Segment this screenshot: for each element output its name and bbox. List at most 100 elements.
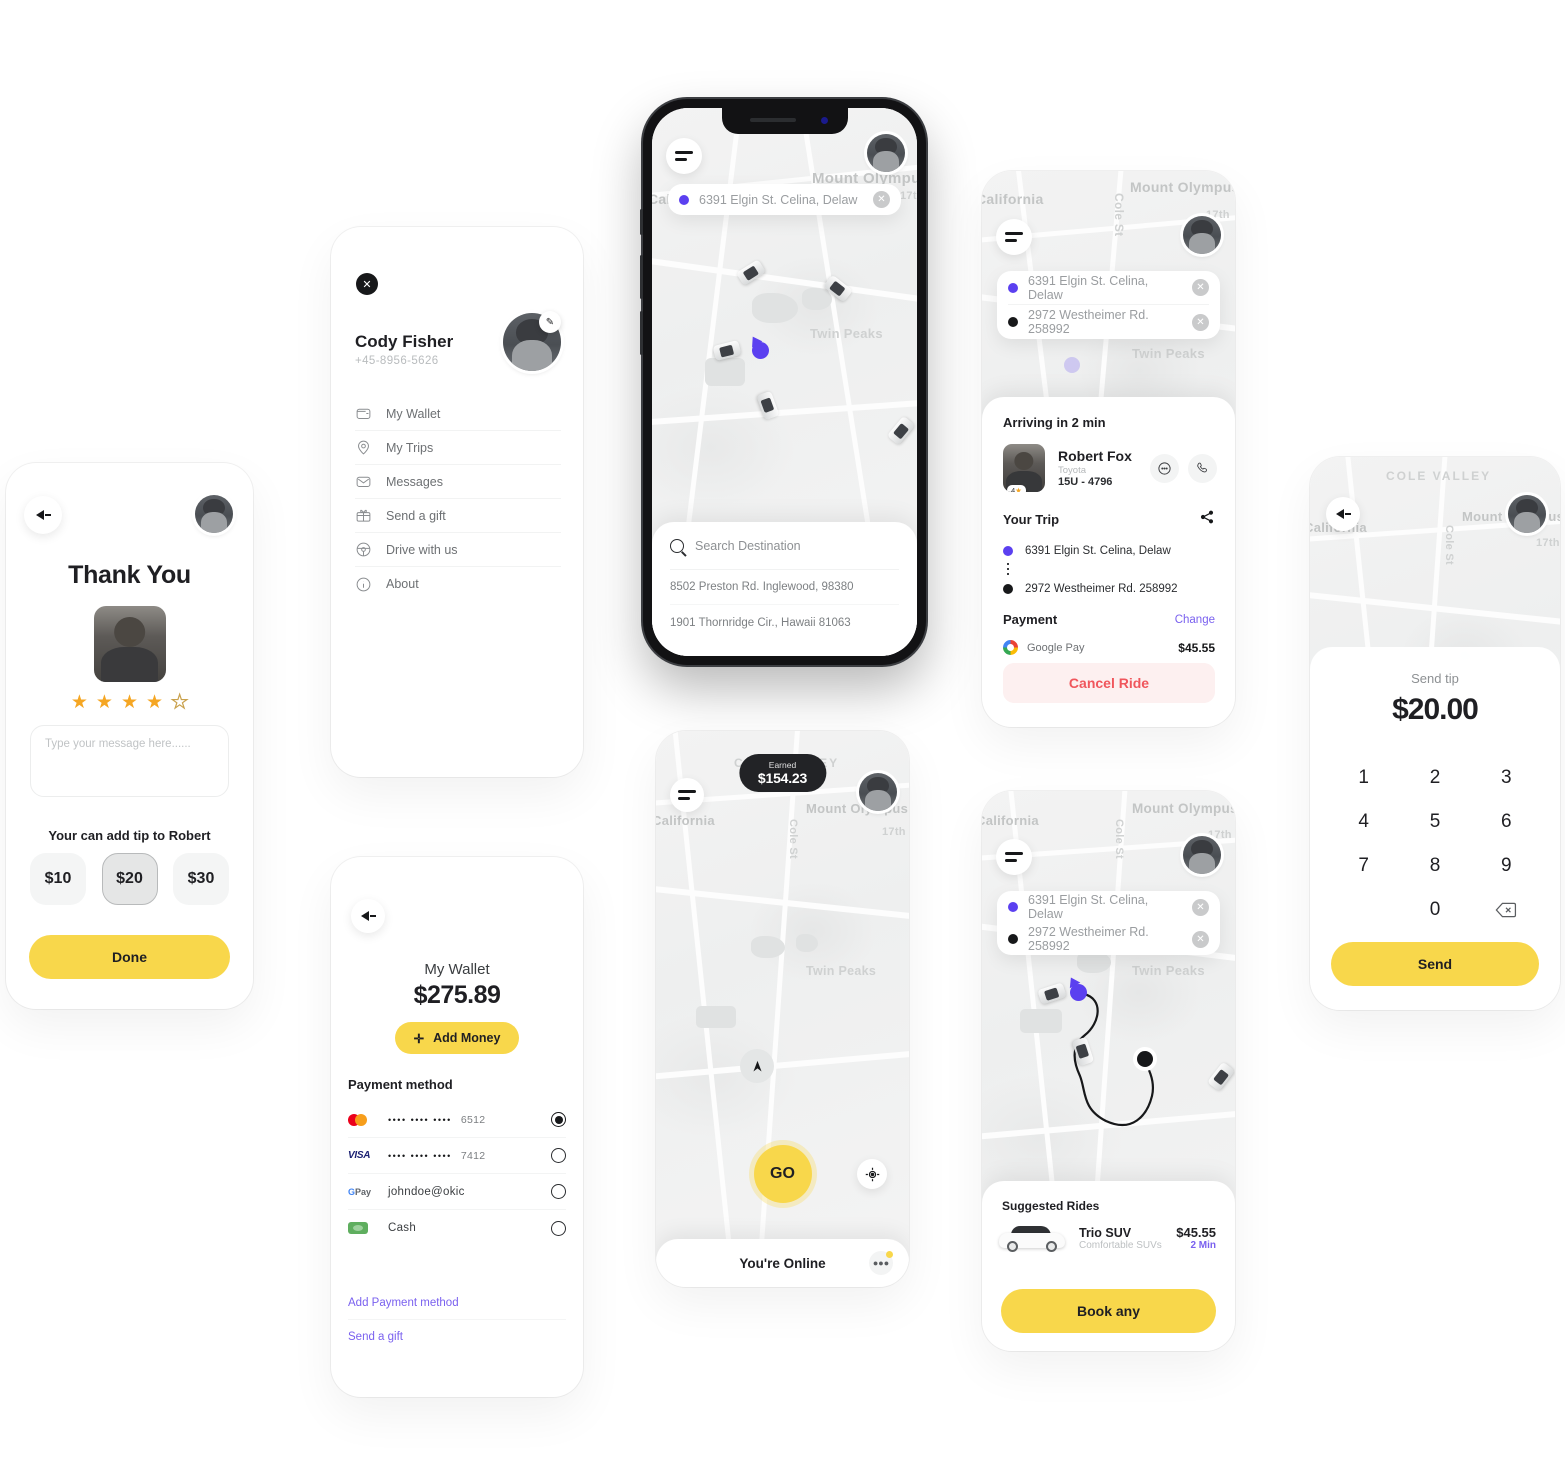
key-3[interactable]: 3: [1471, 763, 1542, 793]
chat-bubble-icon[interactable]: ●●●: [869, 1251, 893, 1275]
close-icon[interactable]: ✕: [356, 273, 378, 295]
driver-rating: 4★: [1007, 485, 1026, 492]
tip-option-30[interactable]: $30: [173, 853, 229, 905]
pickup-address-field[interactable]: 6391 Elgin St. Celina, Delaw ✕: [668, 184, 901, 215]
menu-item-my-wallet[interactable]: My Wallet: [355, 397, 561, 431]
key-4[interactable]: 4: [1328, 807, 1399, 837]
avatar[interactable]: [1183, 216, 1221, 254]
go-button[interactable]: GO: [753, 1145, 812, 1203]
key-0[interactable]: 0: [1399, 895, 1470, 925]
star-1[interactable]: ★: [71, 691, 88, 714]
dropoff-field[interactable]: 2972 Westheimer Rd. 258992 ✕: [1008, 305, 1209, 339]
visa-icon: VISA: [348, 1150, 371, 1161]
locate-me-icon[interactable]: [857, 1159, 887, 1189]
menu-item-send-a-gift[interactable]: Send a gift: [355, 499, 561, 533]
hamburger-menu-icon[interactable]: [996, 839, 1032, 875]
clear-icon[interactable]: ✕: [1192, 930, 1209, 948]
star-5[interactable]: ★: [170, 691, 188, 714]
tip-option-20[interactable]: $20: [101, 853, 158, 905]
radio-unselected[interactable]: [551, 1148, 566, 1163]
book-any-button[interactable]: Book any: [1001, 1289, 1216, 1333]
change-payment-link[interactable]: Change: [1175, 614, 1215, 626]
key-8[interactable]: 8: [1399, 851, 1470, 881]
back-button[interactable]: [351, 899, 385, 933]
back-button[interactable]: [24, 496, 62, 534]
key-1[interactable]: 1: [1328, 763, 1399, 793]
arriving-status: Arriving in 2 min: [1003, 415, 1106, 430]
pickup-field[interactable]: 6391 Elgin St. Celina, Delaw ✕: [1008, 891, 1209, 923]
hamburger-menu-icon[interactable]: [666, 138, 702, 174]
radio-selected[interactable]: [551, 1112, 566, 1127]
star-3[interactable]: ★: [121, 691, 138, 714]
payment-method-row[interactable]: Cash: [348, 1210, 566, 1246]
star-4[interactable]: ★: [146, 691, 163, 714]
add-money-button[interactable]: ✛ Add Money: [395, 1022, 519, 1054]
dropoff-field[interactable]: 2972 Westheimer Rd. 258992 ✕: [1008, 923, 1209, 955]
payment-row[interactable]: Google Pay $45.55: [1003, 640, 1215, 655]
key-9[interactable]: 9: [1471, 851, 1542, 881]
avatar[interactable]: [195, 495, 233, 533]
avatar[interactable]: [867, 134, 905, 172]
location-pin-icon: [355, 439, 372, 456]
recent-destination-item[interactable]: 1901 Thornridge Cir., Hawaii 81063: [670, 605, 899, 640]
avatar[interactable]: [859, 773, 897, 811]
radio-unselected[interactable]: [551, 1220, 566, 1236]
avatar[interactable]: [1508, 495, 1546, 533]
done-button[interactable]: Done: [29, 935, 230, 979]
phone-icon[interactable]: [1188, 453, 1217, 483]
map-label-mount-olympus: Mount Olympus: [1132, 801, 1235, 816]
driver-photo: [93, 606, 166, 682]
envelope-icon: [355, 473, 372, 490]
plus-icon: ✛: [413, 1031, 425, 1046]
send-tip-button[interactable]: Send: [1331, 942, 1539, 986]
clear-icon[interactable]: ✕: [1192, 279, 1209, 296]
pickup-field[interactable]: 6391 Elgin St. Celina, Delaw ✕: [1008, 271, 1209, 305]
payment-method-row[interactable]: VISA •••• •••• •••• 7412: [348, 1138, 566, 1174]
ride-option-row[interactable]: Trio SUV Comfortable SUVs $45.55 2 Min: [999, 1223, 1216, 1253]
clear-icon[interactable]: ✕: [1192, 313, 1209, 331]
back-button[interactable]: [1326, 497, 1360, 531]
key-5[interactable]: 5: [1399, 807, 1470, 837]
rating-stars[interactable]: ★ ★ ★ ★ ★: [6, 691, 253, 714]
clear-icon[interactable]: ✕: [873, 191, 890, 208]
backspace-icon[interactable]: [1471, 895, 1542, 925]
avatar[interactable]: [1183, 836, 1221, 874]
payment-amount: $45.55: [1178, 640, 1215, 655]
search-destination-input[interactable]: Search Destination: [670, 522, 899, 570]
menu-item-drive-with-us[interactable]: Drive with us: [355, 533, 561, 567]
ride-option-desc: Comfortable SUVs: [1079, 1239, 1162, 1251]
pencil-edit-icon[interactable]: ✎: [539, 311, 561, 333]
tip-label: Your can add tip to Robert: [48, 828, 211, 843]
key-7[interactable]: 7: [1328, 851, 1399, 881]
add-payment-method-link[interactable]: Add Payment method: [348, 1287, 566, 1320]
tip-option-10[interactable]: $10: [30, 853, 86, 905]
key-2[interactable]: 2: [1399, 763, 1470, 793]
send-a-gift-link[interactable]: Send a gift: [348, 1320, 566, 1353]
hamburger-menu-icon[interactable]: [670, 778, 704, 812]
payment-method-row[interactable]: G Pay johndoe@okic: [348, 1174, 566, 1210]
star-2[interactable]: ★: [96, 691, 113, 714]
message-input[interactable]: Type your message here......: [30, 725, 229, 797]
hamburger-menu-icon[interactable]: [996, 219, 1032, 255]
radio-unselected[interactable]: [551, 1184, 566, 1199]
card-mask: •••• •••• ••••: [388, 1150, 452, 1161]
menu-item-messages[interactable]: Messages: [355, 465, 561, 499]
info-circle-icon: [355, 576, 372, 593]
map-canvas[interactable]: COLE VALLEY California Mount Olympus Col…: [656, 731, 909, 1287]
recent-destination-item[interactable]: 8502 Preston Rd. Inglewood, 98380: [670, 570, 899, 605]
share-icon[interactable]: [1199, 509, 1215, 525]
menu-item-about[interactable]: About: [355, 567, 561, 601]
earnings-badge[interactable]: Earned $154.23: [738, 754, 827, 792]
chat-bubble-icon[interactable]: [1150, 453, 1179, 483]
menu-item-my-trips[interactable]: My Trips: [355, 431, 561, 465]
cash-label: Cash: [388, 1222, 417, 1234]
key-6[interactable]: 6: [1471, 807, 1542, 837]
add-money-label: Add Money: [433, 1031, 501, 1045]
cancel-ride-button[interactable]: Cancel Ride: [1003, 663, 1215, 703]
card-last4: 6512: [460, 1113, 486, 1126]
search-card: Search Destination 8502 Preston Rd. Ingl…: [652, 522, 917, 656]
pickup-address-text: 6391 Elgin St. Celina, Delaw: [1028, 273, 1149, 302]
payment-method-row[interactable]: •••• •••• •••• 6512: [348, 1102, 566, 1138]
clear-icon[interactable]: ✕: [1192, 898, 1209, 916]
navigation-arrow-icon[interactable]: [740, 1049, 774, 1083]
